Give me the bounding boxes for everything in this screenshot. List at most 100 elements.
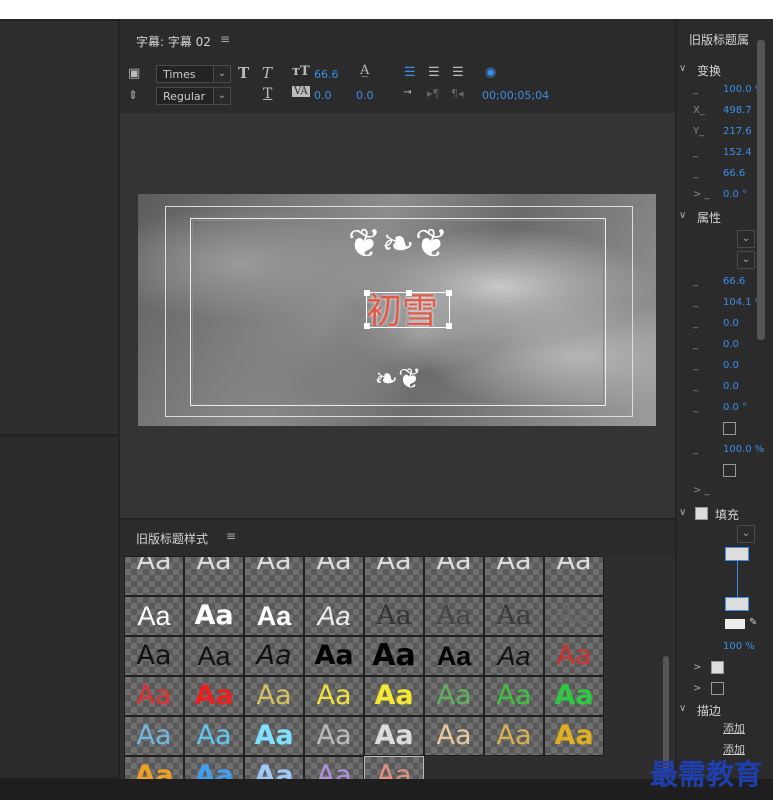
resize-handle[interactable] <box>364 323 370 329</box>
styles-menu-icon[interactable]: ≡ <box>226 529 236 543</box>
style-swatch-grid: Aa Aa Aa Aa Aa Aa Aa Aa Aa Aa Aa Aa Aa A… <box>124 556 604 796</box>
style-swatch[interactable]: Aa <box>304 556 364 596</box>
underline-icon[interactable]: T <box>263 86 272 102</box>
style-swatch[interactable]: Aa <box>124 676 184 716</box>
fill-opacity-value[interactable]: 100 % <box>723 641 755 652</box>
chevron-right-icon[interactable]: > <box>693 662 701 673</box>
style-swatch[interactable]: Aa <box>124 596 184 636</box>
chevron-down-icon[interactable]: ⌄ <box>737 251 755 269</box>
color-swatch[interactable] <box>725 619 745 629</box>
style-swatch[interactable]: Aa <box>544 596 604 636</box>
tab-stops-icon[interactable]: ⇕ <box>128 88 138 102</box>
eyedropper-icon[interactable]: ✎ <box>749 617 757 628</box>
left-panel <box>0 19 118 779</box>
fill-section[interactable]: ∨ 填充 <box>677 503 773 525</box>
add-inner-stroke-link[interactable]: 添加 <box>723 720 745 736</box>
style-swatch[interactable]: Aa <box>244 636 304 676</box>
resize-handle[interactable] <box>406 290 412 296</box>
resize-handle[interactable] <box>364 290 370 296</box>
leading-value[interactable]: 0.0 <box>356 89 374 102</box>
align-left-icon[interactable]: ☰ <box>404 65 416 80</box>
play-back-icon: ▸¶ <box>427 87 440 100</box>
style-swatch[interactable]: Aa <box>304 716 364 756</box>
resize-handle[interactable] <box>446 290 452 296</box>
style-swatch[interactable]: Aa <box>484 636 544 676</box>
chevron-down-icon[interactable]: ∨ <box>679 63 686 74</box>
style-swatch[interactable]: Aa <box>124 716 184 756</box>
underline-checkbox[interactable] <box>723 464 736 477</box>
panel-title: 字幕: 字幕 02 <box>136 35 211 49</box>
style-swatch[interactable]: Aa <box>124 636 184 676</box>
style-swatch[interactable]: Aa <box>184 636 244 676</box>
show-video-icon[interactable]: ◉ <box>485 65 496 80</box>
style-swatch[interactable]: Aa <box>184 716 244 756</box>
style-swatch[interactable]: Aa <box>424 676 484 716</box>
style-swatch[interactable]: Aa <box>244 556 304 596</box>
style-swatch[interactable]: Aa <box>364 716 424 756</box>
font-size-icon: тT <box>292 64 310 79</box>
style-swatch[interactable]: Aa <box>544 556 604 596</box>
style-swatch[interactable]: Aa <box>304 596 364 636</box>
chevron-down-icon[interactable]: ∨ <box>679 507 686 518</box>
texture-checkbox[interactable] <box>711 682 724 695</box>
sheen-checkbox[interactable] <box>711 661 724 674</box>
kerning-value[interactable]: 0.0 <box>314 89 332 102</box>
style-swatch[interactable]: Aa <box>184 556 244 596</box>
style-swatch[interactable]: Aa <box>484 556 544 596</box>
chevron-down-icon[interactable]: ⌄ <box>737 525 755 543</box>
panel-menu-icon[interactable]: ≡ <box>220 32 230 46</box>
align-center-icon[interactable]: ☰ <box>428 65 440 80</box>
gradient-start-swatch[interactable] <box>725 547 749 561</box>
style-swatch[interactable]: Aa <box>184 596 244 636</box>
title-properties-icon[interactable]: ▣ <box>128 66 140 81</box>
title-designer-panel: 字幕: 字幕 02 ≡ ▣ ⇕ Times ... ⌄ Regular ⌄ T … <box>120 19 675 518</box>
chevron-down-icon[interactable]: ∨ <box>679 210 686 221</box>
font-style-select[interactable]: Regular <box>156 87 214 105</box>
chevron-down-icon[interactable]: ⌄ <box>737 230 755 248</box>
style-swatch[interactable]: Aa <box>364 596 424 636</box>
align-right-icon[interactable]: ☰ <box>452 65 464 80</box>
style-swatch[interactable]: Aa <box>484 716 544 756</box>
chevron-down-icon[interactable]: ⌄ <box>213 65 231 83</box>
style-swatch[interactable]: Aa <box>424 636 484 676</box>
selection-box[interactable] <box>364 290 452 329</box>
style-swatch[interactable]: Aa <box>304 636 364 676</box>
timecode[interactable]: 00;00;05;04 <box>482 89 549 102</box>
font-size-value[interactable]: 66.6 <box>314 68 339 81</box>
style-swatch[interactable]: Aa <box>304 676 364 716</box>
style-swatch[interactable]: Aa <box>424 556 484 596</box>
properties-scrollbar[interactable] <box>757 40 765 340</box>
tab-stop-icon[interactable]: ⇥ <box>403 87 411 98</box>
style-swatch[interactable]: Aa <box>184 676 244 716</box>
style-swatch[interactable]: Aa <box>424 596 484 636</box>
ornament-top-icon: ❦❧❦ <box>347 221 449 267</box>
distort-row[interactable]: > _ <box>693 485 710 496</box>
style-swatch[interactable]: Aa <box>544 716 604 756</box>
style-swatch[interactable]: Aa <box>544 636 604 676</box>
small-caps-checkbox[interactable] <box>723 422 736 435</box>
style-swatch[interactable]: Aa <box>364 636 424 676</box>
style-swatch[interactable]: Aa <box>544 676 604 716</box>
font-family-select[interactable]: Times ... <box>156 65 214 94</box>
gradient-end-swatch[interactable] <box>725 597 749 611</box>
style-swatch[interactable]: Aa <box>124 556 184 596</box>
style-swatch[interactable]: Aa <box>484 596 544 636</box>
style-swatch[interactable]: Aa <box>244 716 304 756</box>
chevron-down-icon[interactable]: ∨ <box>679 703 686 714</box>
stroke-section[interactable]: ∨ 描边 <box>677 699 773 721</box>
properties-panel-title: 旧版标题属 <box>689 33 750 47</box>
baseline-shift-row: _ 0.0 <box>693 381 739 392</box>
title-canvas[interactable]: ❦❧❦ ❧❦ 初雪 <box>138 194 656 426</box>
style-swatch[interactable]: Aa <box>484 676 544 716</box>
resize-handle[interactable] <box>446 323 452 329</box>
style-swatch[interactable]: Aa <box>364 676 424 716</box>
chevron-down-icon[interactable]: ⌄ <box>213 87 231 105</box>
italic-icon[interactable]: T <box>262 64 272 82</box>
bold-icon[interactable]: T <box>238 64 249 82</box>
fill-checkbox[interactable] <box>695 507 708 520</box>
style-swatch[interactable]: Aa <box>364 556 424 596</box>
style-swatch[interactable]: Aa <box>244 596 304 636</box>
chevron-right-icon[interactable]: > <box>693 683 701 694</box>
style-swatch[interactable]: Aa <box>424 716 484 756</box>
style-swatch[interactable]: Aa <box>244 676 304 716</box>
